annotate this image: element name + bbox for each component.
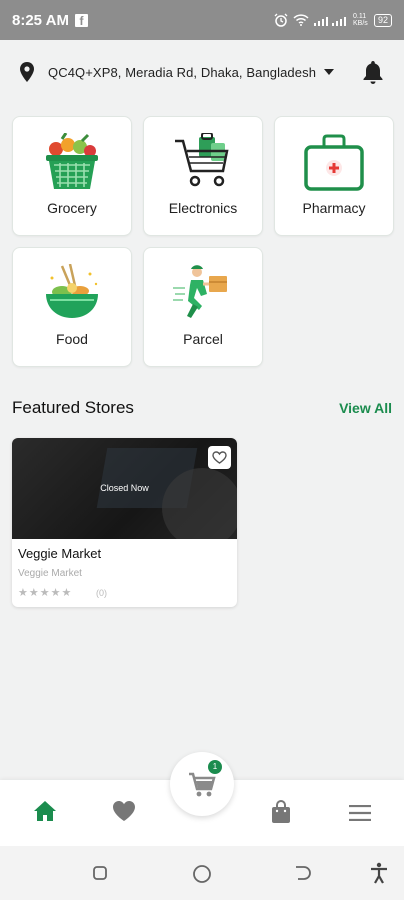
chevron-down-icon[interactable]	[324, 69, 335, 75]
menu-icon[interactable]	[348, 805, 372, 821]
store-name: Veggie Market	[18, 546, 102, 561]
module-electronics[interactable]: Electronics	[143, 116, 263, 236]
module-pharmacy[interactable]: Pharmacy	[274, 116, 394, 236]
store-card[interactable]: Closed Now Veggie Market Veggie Market ★…	[12, 438, 237, 607]
module-label: Grocery	[47, 200, 97, 216]
status-icons: 0.11 KB/s 92	[274, 13, 392, 27]
back-icon[interactable]	[294, 865, 312, 881]
favorite-button[interactable]	[208, 446, 231, 469]
recent-apps-icon[interactable]	[92, 865, 110, 881]
module-parcel[interactable]: Parcel	[143, 247, 263, 367]
view-all-link[interactable]: View All	[339, 400, 392, 416]
alarm-icon	[274, 13, 288, 27]
grocery-basket-icon	[46, 133, 98, 189]
cart-count-badge: 1	[208, 760, 222, 774]
battery-icon: 92	[373, 13, 392, 27]
shopping-cart-icon	[175, 133, 229, 187]
status-time: 8:25 AM	[12, 11, 69, 29]
home-icon[interactable]	[33, 800, 57, 822]
module-label: Food	[56, 331, 88, 347]
signal-icon	[313, 17, 346, 26]
system-navigation-bar	[0, 846, 404, 900]
featured-stores-title: Featured Stores	[12, 398, 134, 417]
shopping-bag-icon[interactable]	[271, 800, 291, 824]
home-circle-icon[interactable]	[192, 864, 212, 884]
food-bowl-icon	[46, 264, 98, 318]
rating-count: (0)	[96, 588, 107, 598]
module-label: Electronics	[168, 200, 238, 216]
cart-button[interactable]: 1	[170, 752, 234, 816]
store-image: Closed Now	[12, 438, 237, 539]
location-address[interactable]: QC4Q+XP8, Meradia Rd, Dhaka, Bangladesh	[48, 65, 316, 80]
module-label: Parcel	[183, 331, 223, 347]
module-grocery[interactable]: Grocery	[12, 116, 132, 236]
heart-icon[interactable]	[112, 800, 136, 822]
module-label: Pharmacy	[302, 200, 366, 216]
wifi-icon	[293, 14, 309, 26]
medical-bag-icon	[304, 134, 364, 191]
accessibility-icon[interactable]	[370, 862, 388, 884]
store-status: Closed Now	[100, 483, 149, 493]
delivery-man-icon	[173, 265, 227, 318]
facebook-notification-icon: f	[74, 13, 88, 28]
bell-icon[interactable]	[362, 60, 384, 84]
heart-outline-icon	[212, 451, 227, 464]
location-pin-icon	[20, 62, 34, 82]
cart-icon	[189, 772, 216, 797]
status-bar: 8:25 AM f 0.11 KB/s 92	[0, 0, 404, 40]
store-subtitle: Veggie Market	[18, 568, 82, 579]
network-speed: 0.11 KB/s	[352, 13, 368, 27]
module-food[interactable]: Food	[12, 247, 132, 367]
location-bar[interactable]: QC4Q+XP8, Meradia Rd, Dhaka, Bangladesh	[0, 40, 404, 104]
rating-stars: ★★★★★	[18, 587, 73, 599]
